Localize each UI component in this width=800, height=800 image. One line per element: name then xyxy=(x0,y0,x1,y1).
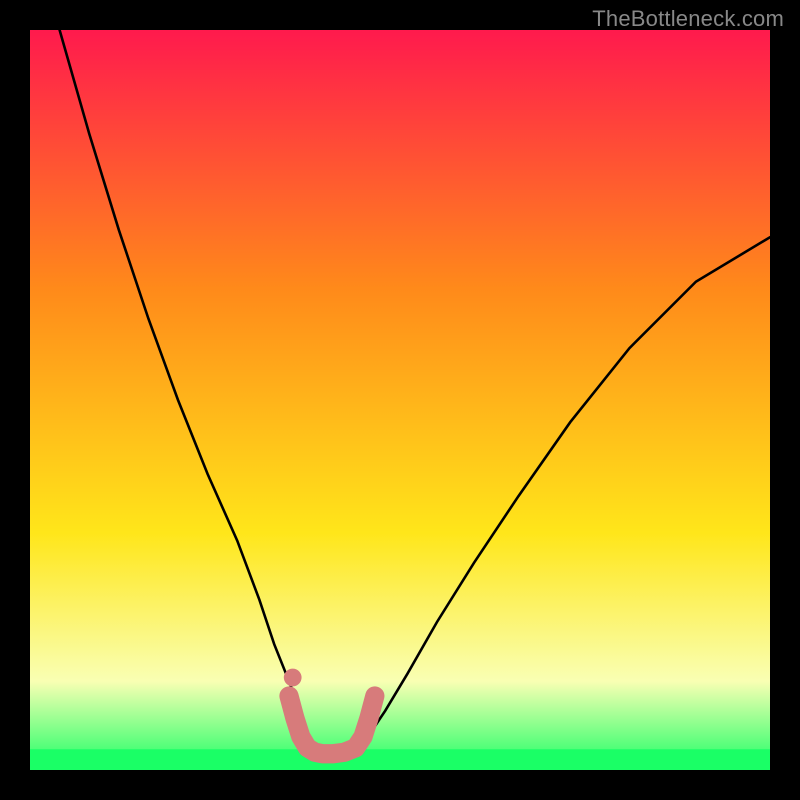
gradient-background xyxy=(30,30,770,770)
chart-svg xyxy=(30,30,770,770)
plot-area xyxy=(30,30,770,770)
watermark-label: TheBottleneck.com xyxy=(592,6,784,32)
markers-group xyxy=(284,669,302,687)
figure-root: TheBottleneck.com xyxy=(0,0,800,800)
green-baseline-band xyxy=(30,749,770,770)
dot-left xyxy=(284,669,302,687)
